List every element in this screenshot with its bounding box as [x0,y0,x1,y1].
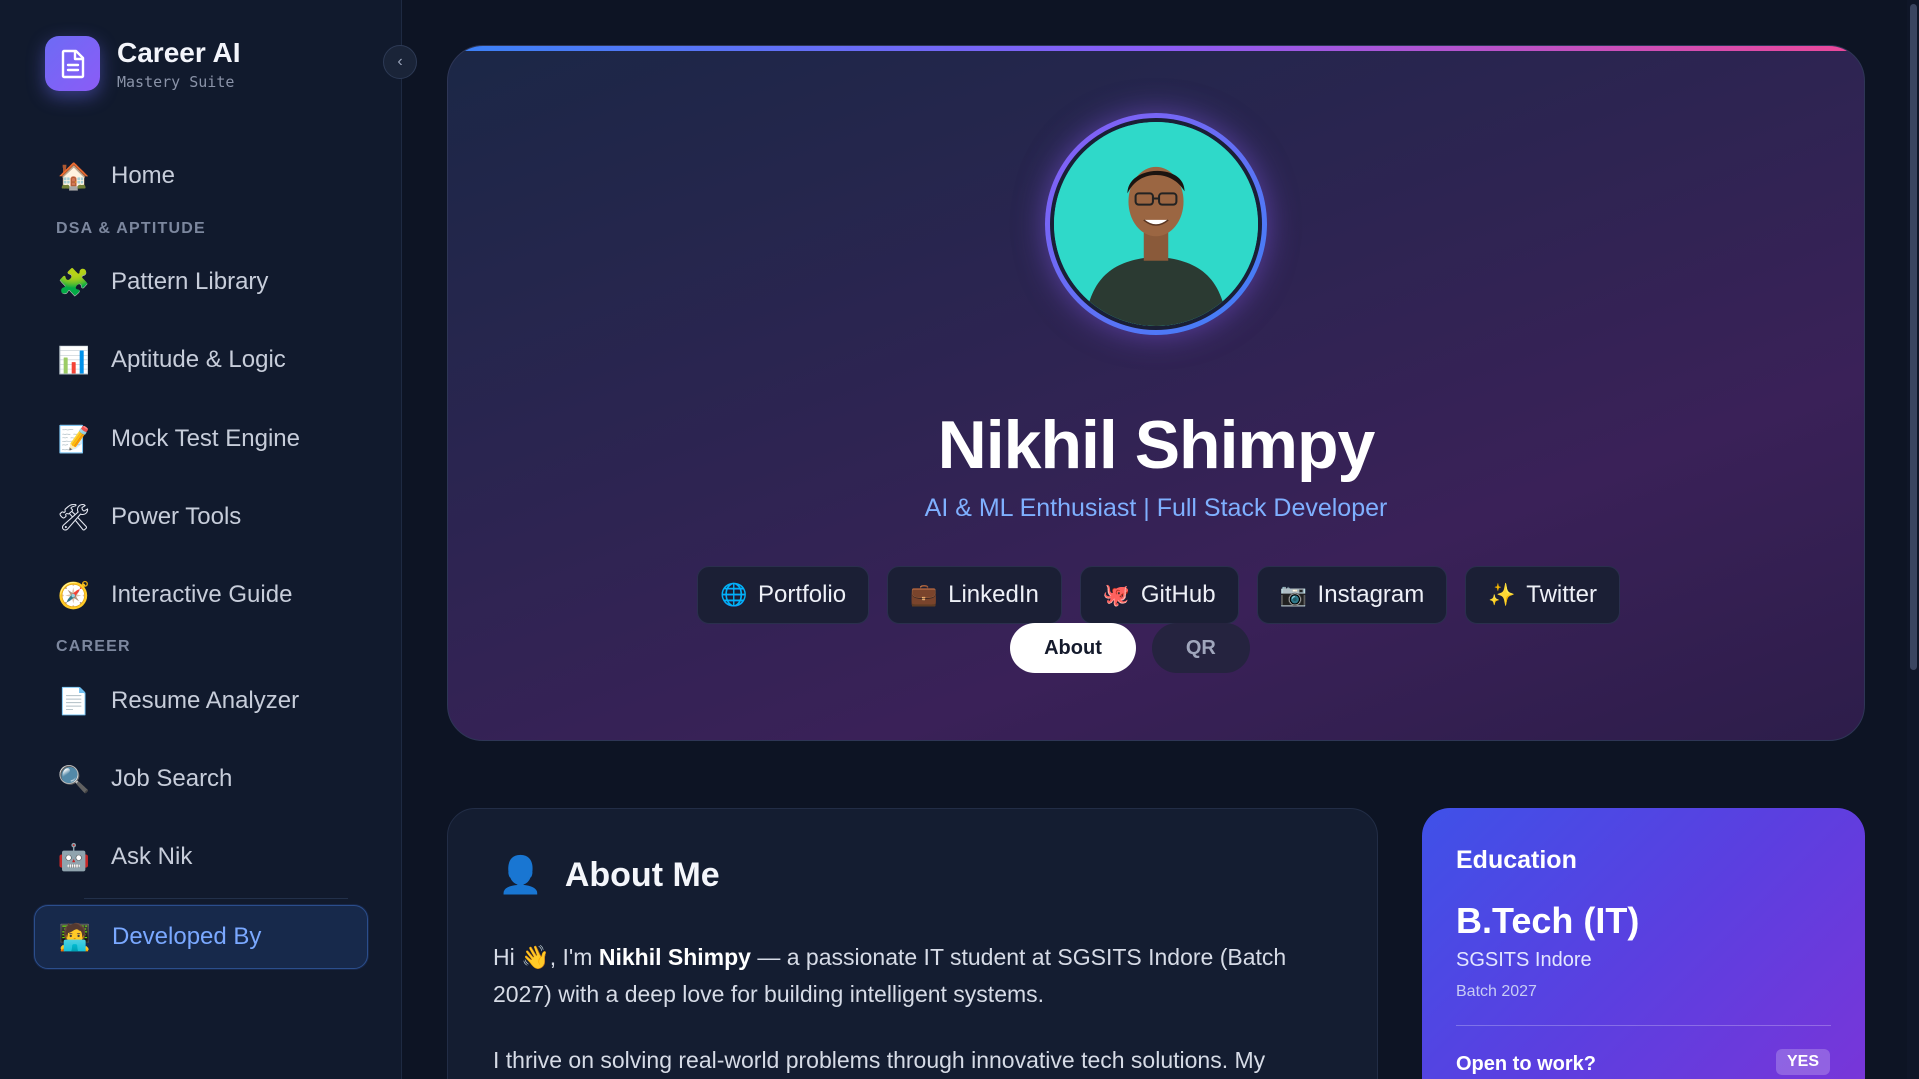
robot-icon: 🤖 [57,841,91,872]
sidebar-item-power-tools[interactable]: 🛠 Power Tools [34,485,368,549]
avatar [1045,113,1267,335]
sidebar-divider [84,898,348,899]
hero-accent-line [448,46,1864,51]
sidebar-item-job-search[interactable]: 🔍 Job Search [34,747,368,811]
twitter-link[interactable]: ✨ Twitter [1465,566,1620,624]
github-link[interactable]: 🐙 GitHub [1079,566,1239,624]
sidebar-item-label: Interactive Guide [111,581,293,608]
sidebar-item-label: Resume Analyzer [111,687,300,714]
sidebar-item-ask-nik[interactable]: 🤖 Ask Nik [34,825,368,889]
compass-icon: 🧭 [57,579,91,610]
sidebar-item-aptitude-logic[interactable]: 📊 Aptitude & Logic [34,328,368,392]
education-school: SGSITS Indore [1456,949,1592,971]
social-links: 🌐 Portfolio 💼 LinkedIn 🐙 GitHub 📷 Instag… [448,521,1864,624]
tab-qr[interactable]: QR [1151,623,1250,673]
sidebar: Career AI Mastery Suite ‹ 🏠 Home DSA & A… [0,0,417,1079]
magnifier-icon: 🔍 [57,763,91,794]
section-label-dsa: DSA & APTITUDE [56,220,206,237]
section-label-career: CAREER [56,638,131,655]
open-to-work-badge: YES [1776,1049,1831,1075]
sidebar-item-label: Pattern Library [111,268,269,295]
profile-role: AI & ML Enthusiast | Full Stack Develope… [924,494,1388,522]
puzzle-icon: 🧩 [57,266,91,297]
about-name: Nikhil Shimpy [598,944,751,970]
about-card: 👤 About Me Hi 👋, I'm Nikhil Shimpy — a p… [447,808,1378,1079]
sidebar-item-resume-analyzer[interactable]: 📄 Resume Analyzer [34,669,368,733]
profile-tabs: About QR [448,623,1864,673]
document-icon [45,36,100,91]
collapse-sidebar-button[interactable]: ‹ [383,45,417,79]
portfolio-link[interactable]: 🌐 Portfolio [697,566,870,624]
developer-icon: 🧑‍💻 [58,921,92,952]
profile-hero-card: Nikhil Shimpy AI & ML Enthusiast | Full … [447,45,1865,741]
page-icon: 📄 [57,685,91,716]
sidebar-item-interactive-guide[interactable]: 🧭 Interactive Guide [34,563,368,627]
sidebar-item-label: Home [111,162,176,189]
tab-about[interactable]: About [1010,623,1136,673]
briefcase-icon: 💼 [910,582,938,607]
sidebar-item-label: Mock Test Engine [111,425,300,452]
about-paragraph-2: I thrive on solving real-world problems … [493,1047,1266,1073]
brand-title: Career AI [117,36,241,68]
page-scrollbar[interactable] [1907,0,1919,1079]
link-label: Portfolio [758,581,847,608]
profile-name: Nikhil Shimpy [937,407,1376,483]
house-icon: 🏠 [57,160,91,191]
sidebar-item-mock-test-engine[interactable]: 📝 Mock Test Engine [34,407,368,471]
link-label: Twitter [1526,581,1597,608]
sparkles-icon: ✨ [1488,582,1516,607]
sidebar-item-label: Power Tools [111,503,242,530]
tools-icon: 🛠 [57,501,91,532]
link-label: Instagram [1317,581,1425,608]
globe-icon: 🌐 [720,582,748,607]
education-degree: B.Tech (IT) [1456,900,1640,941]
bar-chart-icon: 📊 [57,344,91,375]
chevron-left-icon: ‹ [397,53,403,70]
sidebar-item-pattern-library[interactable]: 🧩 Pattern Library [34,250,368,314]
link-label: LinkedIn [948,581,1039,608]
brand-subtitle: Mastery Suite [117,72,235,91]
education-title: Education [1456,846,1577,874]
sidebar-item-home[interactable]: 🏠 Home [34,144,368,208]
profile-photo [1054,122,1258,326]
sidebar-item-label: Ask Nik [111,843,193,870]
instagram-link[interactable]: 📷 Instagram [1256,566,1448,624]
about-title: About Me [564,855,720,894]
link-label: GitHub [1140,581,1216,608]
open-to-work-label: Open to work? [1456,1053,1596,1075]
about-intro-text: Hi 👋, I'm [493,944,599,970]
octopus-icon: 🐙 [1102,582,1131,607]
about-paragraph-1: Hi 👋, I'm Nikhil Shimpy — a passionate I… [493,939,1333,1013]
linkedin-link[interactable]: 💼 LinkedIn [887,566,1062,624]
sidebar-item-label: Job Search [111,765,233,792]
brand[interactable]: Career AI Mastery Suite [45,36,240,91]
person-icon: 👤 [498,854,543,895]
sidebar-item-label: Aptitude & Logic [111,346,286,373]
education-divider [1456,1025,1831,1026]
education-card: Education B.Tech (IT) SGSITS Indore Batc… [1422,808,1865,1079]
education-batch: Batch 2027 [1456,983,1537,1000]
sidebar-item-developed-by[interactable]: 🧑‍💻 Developed By [34,905,368,969]
sidebar-item-label: Developed By [112,923,262,950]
camera-icon: 📷 [1279,582,1307,607]
memo-icon: 📝 [57,423,91,454]
scrollbar-thumb[interactable] [1910,4,1917,670]
